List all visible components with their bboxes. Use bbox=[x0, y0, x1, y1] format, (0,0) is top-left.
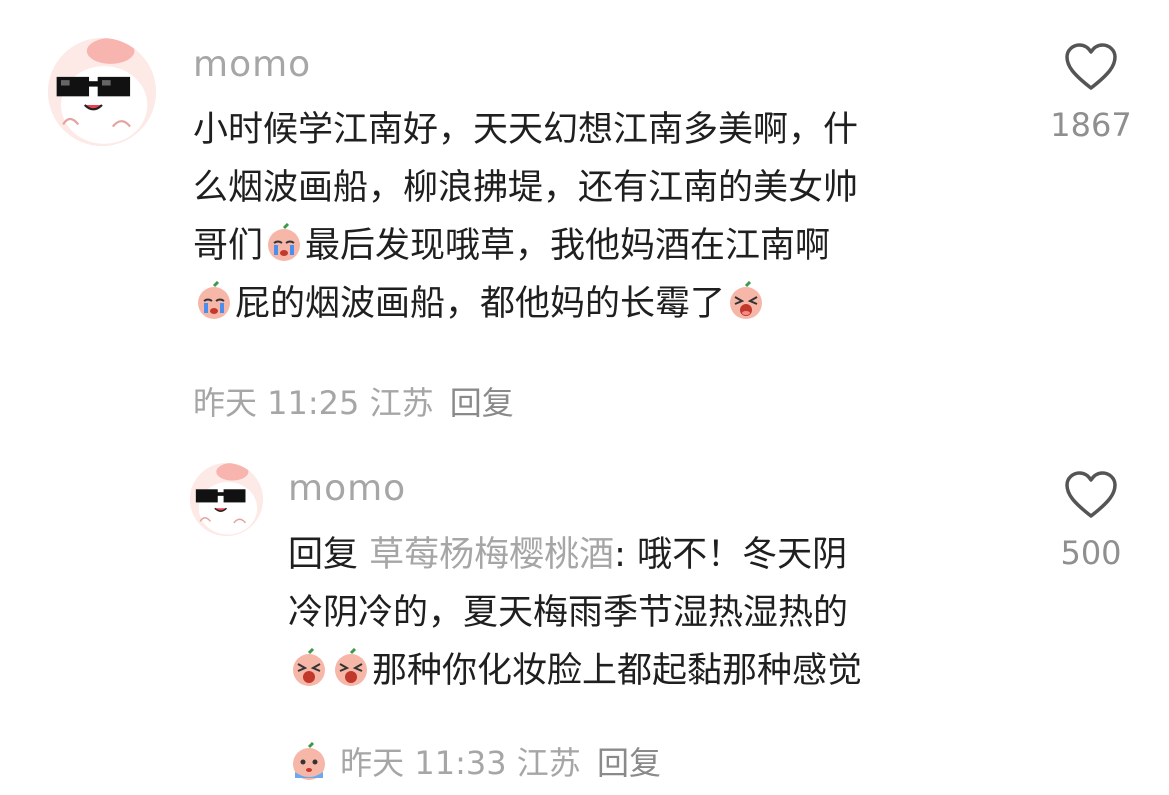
reply-button[interactable]: 回复 bbox=[597, 744, 661, 782]
comment-meta: 昨天 11:33 江苏 回复 bbox=[288, 738, 661, 784]
avatar[interactable] bbox=[190, 463, 263, 536]
timestamp: 昨天 11:33 bbox=[340, 744, 507, 782]
sad-peach-emoji-icon bbox=[289, 742, 329, 782]
comment-text-fragment: 哦不！冬天阴 bbox=[637, 535, 848, 575]
screaming-peach-emoji-icon bbox=[726, 281, 766, 321]
screaming-peach-emoji-icon bbox=[331, 648, 371, 688]
comment-text: 小时候学江南好，天天幻想江南多美啊，什 么烟波画船，柳浪拂堤，还有江南的美女帅 … bbox=[193, 101, 858, 333]
heart-outline-icon bbox=[1065, 471, 1117, 518]
comment-line: 回复 草莓杨梅樱桃酒: 哦不！冬天阴 bbox=[288, 526, 862, 584]
crying-peach-emoji-icon bbox=[194, 281, 234, 321]
location: 江苏 bbox=[369, 384, 434, 422]
location: 江苏 bbox=[516, 744, 581, 782]
like-button[interactable]: 500 bbox=[1041, 470, 1141, 572]
comment-text-fragment: : bbox=[614, 535, 638, 575]
comment-text-fragment: 最后发现哦草，我他妈酒在江南啊 bbox=[305, 226, 831, 266]
screaming-peach-emoji-icon bbox=[289, 648, 329, 688]
avatar-image bbox=[190, 463, 263, 536]
username[interactable]: momo bbox=[193, 44, 311, 85]
comment-line: 屁的烟波画船，都他妈的长霉了 bbox=[193, 275, 858, 333]
comment-line: 冷阴冷的，夏天梅雨季节湿热湿热的 bbox=[288, 593, 849, 633]
avatar[interactable] bbox=[48, 38, 156, 146]
reply-button[interactable]: 回复 bbox=[450, 384, 514, 422]
comment-text: 回复 草莓杨梅樱桃酒: 哦不！冬天阴 冷阴冷的，夏天梅雨季节湿热湿热的 那种你化… bbox=[288, 526, 862, 700]
like-count: 500 bbox=[1060, 534, 1122, 572]
crying-peach-emoji-icon bbox=[264, 223, 304, 263]
comment-line: 么烟波画船，柳浪拂堤，还有江南的美女帅 bbox=[193, 168, 859, 208]
avatar-image bbox=[48, 38, 156, 146]
mention-link[interactable]: 草莓杨梅樱桃酒 bbox=[369, 535, 614, 575]
comment-line: 哥们 最后发现哦草，我他妈酒在江南啊 bbox=[193, 217, 858, 275]
username[interactable]: momo bbox=[288, 468, 406, 509]
reply-prefix: 回复 bbox=[288, 535, 359, 575]
like-button[interactable]: 1867 bbox=[1041, 42, 1141, 144]
like-count: 1867 bbox=[1050, 106, 1132, 144]
comment-line: 那种你化妆脸上都起黏那种感觉 bbox=[288, 642, 862, 700]
timestamp: 昨天 11:25 bbox=[193, 384, 360, 422]
comment-line: 小时候学江南好，天天幻想江南多美啊，什 bbox=[193, 110, 859, 150]
comment-meta: 昨天 11:25 江苏 回复 bbox=[193, 378, 514, 424]
comment-text-fragment: 哥们 bbox=[193, 226, 264, 266]
comment-text-fragment: 屁的烟波画船，都他妈的长霉了 bbox=[235, 284, 726, 324]
comment-text-fragment: 那种你化妆脸上都起黏那种感觉 bbox=[372, 651, 863, 691]
heart-outline-icon bbox=[1065, 43, 1117, 90]
